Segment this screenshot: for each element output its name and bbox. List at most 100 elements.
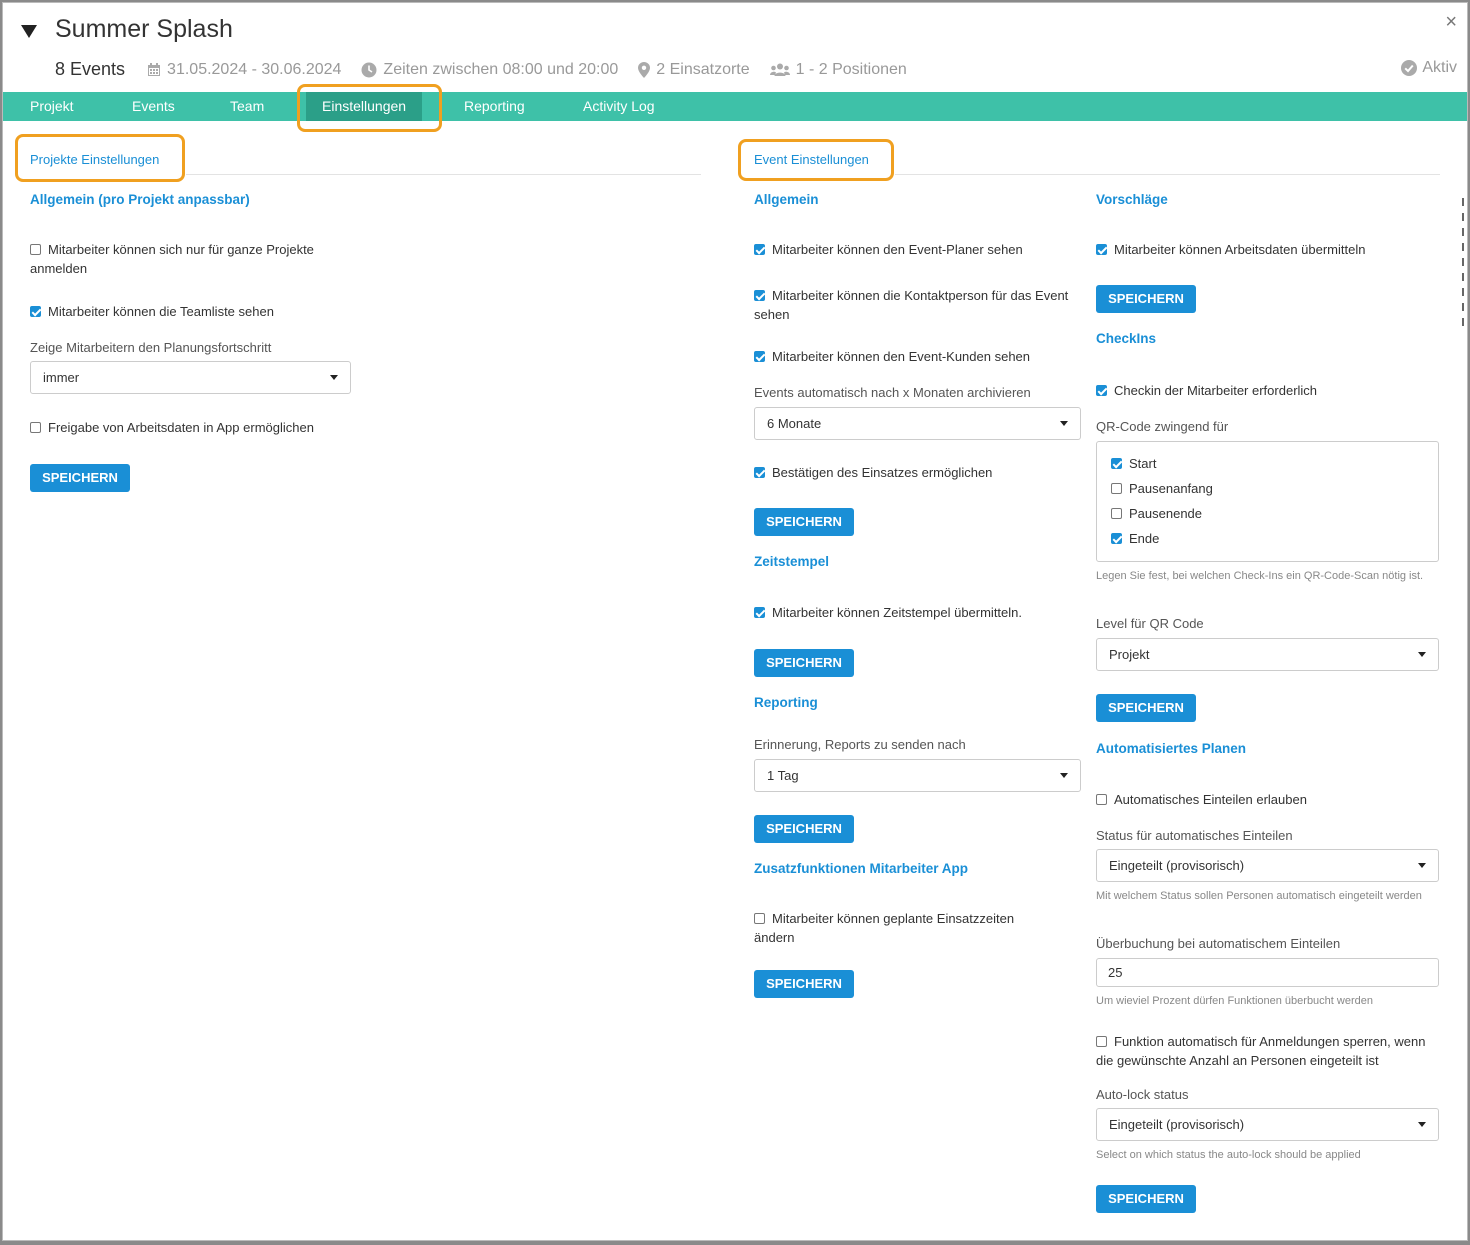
reminder-select[interactable]: 1 Tag <box>754 759 1081 792</box>
qr-option-start[interactable]: Start <box>1111 454 1424 473</box>
qr-option-pause-end[interactable]: Pausenende <box>1111 504 1424 523</box>
checkbox-box[interactable] <box>30 244 41 255</box>
checkbox-box[interactable] <box>754 290 765 301</box>
reporting-save-button[interactable]: SPEICHERN <box>754 815 854 843</box>
checkbox-box[interactable] <box>1111 508 1122 519</box>
checkbox-box[interactable] <box>30 422 41 433</box>
checkbox-label: Automatisches Einteilen erlauben <box>1114 792 1307 807</box>
tab-highlight <box>297 84 442 132</box>
archive-select[interactable]: 6 Monate <box>754 407 1081 440</box>
checkbox-label: Mitarbeiter können die Teamliste sehen <box>48 304 274 319</box>
confirm-checkbox[interactable]: Bestätigen des Einsatzes ermöglichen <box>754 463 992 482</box>
calendar-icon <box>148 62 161 76</box>
dialog-header: Summer Splash × 8 Events 31.05.2024 - 30… <box>3 3 1467 93</box>
project-settings-highlight <box>15 134 185 182</box>
select-value: Projekt <box>1109 647 1150 662</box>
caret-down-icon <box>1060 421 1068 426</box>
progress-select[interactable]: immer <box>30 361 351 394</box>
customer-checkbox[interactable]: Mitarbeiter können den Event-Kunden sehe… <box>754 347 1030 366</box>
suggestions-heading: Vorschläge <box>1096 192 1168 207</box>
release-checkbox[interactable]: Freigabe von Arbeitsdaten in App ermögli… <box>30 418 314 437</box>
overbook-input[interactable]: 25 <box>1096 958 1439 987</box>
checkbox-box[interactable] <box>1111 533 1122 544</box>
date-range: 31.05.2024 - 30.06.2024 <box>147 61 341 79</box>
qr-options-box: Start Pausenanfang Pausenende Ende <box>1096 441 1439 562</box>
auto-status-select[interactable]: Eingeteilt (provisorisch) <box>1096 849 1439 882</box>
checkbox-box[interactable] <box>754 913 765 924</box>
qr-option-pause-start[interactable]: Pausenanfang <box>1111 479 1424 498</box>
planner-checkbox[interactable]: Mitarbeiter können den Event-Planer sehe… <box>754 240 1023 259</box>
auto-allow-checkbox[interactable]: Automatisches Einteilen erlauben <box>1096 790 1307 809</box>
event-settings-highlight <box>738 139 894 181</box>
tab-reporting[interactable]: Reporting <box>464 92 525 121</box>
auto-lock-checkbox[interactable]: Funktion automatisch für Anmeldungen spe… <box>1096 1032 1446 1070</box>
suggestions-save-button[interactable]: SPEICHERN <box>1096 285 1196 313</box>
caret-down-icon <box>1418 652 1426 657</box>
project-dialog: Summer Splash × 8 Events 31.05.2024 - 30… <box>2 2 1468 1241</box>
checkbox-box[interactable] <box>754 607 765 618</box>
auto-status-help: Mit welchem Status sollen Personen autom… <box>1096 890 1422 902</box>
contact-checkbox[interactable]: Mitarbeiter können die Kontaktperson für… <box>754 286 1074 324</box>
checkbox-box[interactable] <box>1096 244 1107 255</box>
tab-projekt[interactable]: Projekt <box>30 92 74 121</box>
project-meta: 8 Events 31.05.2024 - 30.06.2024 Zeiten … <box>55 59 927 80</box>
locations-text: 2 Einsatzorte <box>656 60 750 78</box>
time-window-text: Zeiten zwischen 08:00 und 20:00 <box>383 60 619 78</box>
whole-projects-checkbox[interactable]: Mitarbeiter können sich nur für ganze Pr… <box>30 240 360 278</box>
project-general-heading: Allgemein (pro Projekt anpassbar) <box>30 192 250 207</box>
divider <box>186 174 701 175</box>
timestamps-heading: Zeitstempel <box>754 554 830 569</box>
qr-level-label: Level für QR Code <box>1096 616 1204 631</box>
auto-lock-label: Auto-lock status <box>1096 1087 1189 1102</box>
collapse-triangle-icon[interactable] <box>21 25 37 39</box>
archive-label: Events automatisch nach x Monaten archiv… <box>754 385 1031 400</box>
checkbox-box[interactable] <box>30 306 41 317</box>
change-times-checkbox[interactable]: Mitarbeiter können geplante Einsatzzeite… <box>754 909 1054 947</box>
auto-lock-select[interactable]: Eingeteilt (provisorisch) <box>1096 1108 1439 1141</box>
checkins-save-button[interactable]: SPEICHERN <box>1096 694 1196 722</box>
workdata-checkbox[interactable]: Mitarbeiter können Arbeitsdaten übermitt… <box>1096 240 1365 259</box>
checkins-heading: CheckIns <box>1096 331 1157 346</box>
positions-count: 1 - 2 Positionen <box>769 61 907 79</box>
checkbox-box[interactable] <box>1111 483 1122 494</box>
check-circle-icon <box>1401 60 1418 76</box>
qr-label: QR-Code zwingend für <box>1096 419 1229 434</box>
checkbox-label: Bestätigen des Einsatzes ermöglichen <box>772 465 993 480</box>
overbook-label: Überbuchung bei automatischem Einteilen <box>1096 936 1341 951</box>
tab-team[interactable]: Team <box>230 92 264 121</box>
checkin-required-checkbox[interactable]: Checkin der Mitarbeiter erforderlich <box>1096 381 1317 400</box>
tab-events[interactable]: Events <box>132 92 175 121</box>
map-pin-icon <box>638 61 651 78</box>
general-save-button[interactable]: SPEICHERN <box>754 508 854 536</box>
checkbox-box[interactable] <box>1096 385 1107 396</box>
qr-level-select[interactable]: Projekt <box>1096 638 1439 671</box>
auto-status-label: Status für automatisches Einteilen <box>1096 828 1293 843</box>
checkbox-box[interactable] <box>1096 794 1107 805</box>
time-window: Zeiten zwischen 08:00 und 20:00 <box>361 61 618 79</box>
timestamps-save-button[interactable]: SPEICHERN <box>754 649 854 677</box>
checkbox-box[interactable] <box>754 467 765 478</box>
timestamps-checkbox[interactable]: Mitarbeiter können Zeitstempel übermitte… <box>754 603 1022 622</box>
checkbox-label: Mitarbeiter können geplante Einsatzzeite… <box>754 911 1015 945</box>
checkbox-box[interactable] <box>754 244 765 255</box>
auto-save-button[interactable]: SPEICHERN <box>1096 1185 1196 1213</box>
checkbox-label: Mitarbeiter können den Event-Planer sehe… <box>772 242 1023 257</box>
scrollbar[interactable] <box>1462 198 1464 333</box>
caret-down-icon <box>1418 863 1426 868</box>
select-value: Eingeteilt (provisorisch) <box>1109 858 1245 873</box>
teamlist-checkbox[interactable]: Mitarbeiter können die Teamliste sehen <box>30 302 274 321</box>
checkbox-box[interactable] <box>754 351 765 362</box>
divider <box>895 174 1440 175</box>
checkbox-box[interactable] <box>1096 1036 1107 1047</box>
tab-activity-log[interactable]: Activity Log <box>583 92 655 121</box>
status-badge: Aktiv <box>1401 59 1457 77</box>
extras-save-button[interactable]: SPEICHERN <box>754 970 854 998</box>
caret-down-icon <box>330 375 338 380</box>
close-button[interactable]: × <box>1445 11 1457 34</box>
locations-count: 2 Einsatzorte <box>638 60 750 79</box>
checkbox-label: Pausenanfang <box>1129 481 1213 496</box>
project-save-button[interactable]: SPEICHERN <box>30 464 130 492</box>
qr-option-end[interactable]: Ende <box>1111 529 1424 548</box>
overbook-help: Um wieviel Prozent dürfen Funktionen übe… <box>1096 995 1373 1007</box>
checkbox-box[interactable] <box>1111 458 1122 469</box>
